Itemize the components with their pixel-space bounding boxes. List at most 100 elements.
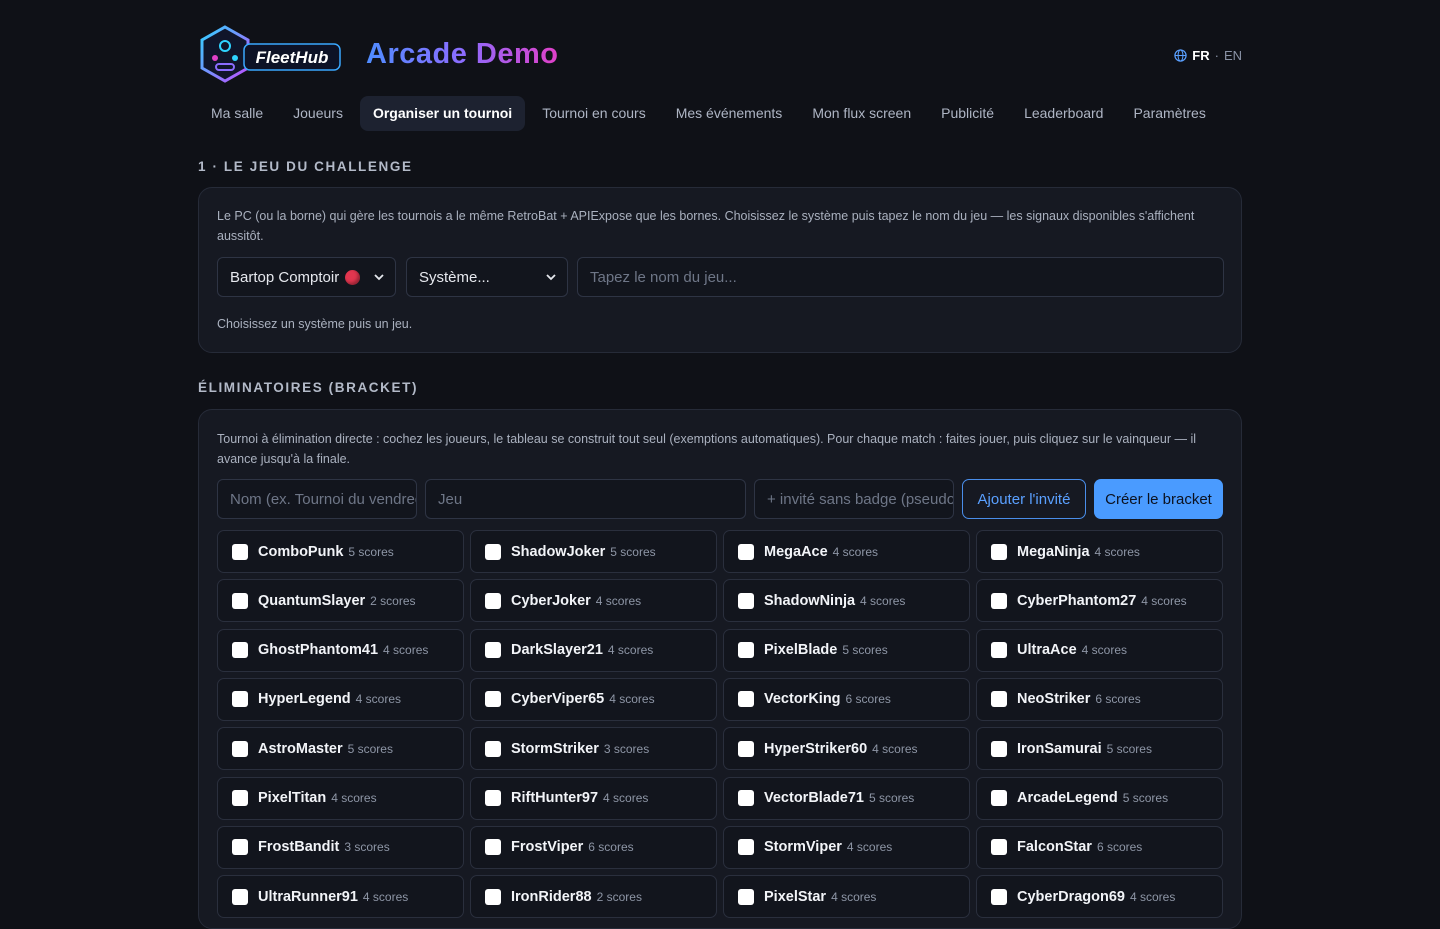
player-checkbox[interactable] [991, 839, 1007, 856]
nav-flux-screen[interactable]: Mon flux screen [799, 96, 924, 131]
system-select[interactable]: Système... [406, 257, 568, 297]
player-score-count: 5 scores [842, 643, 888, 658]
add-guest-button[interactable]: Ajouter l'invité [962, 479, 1086, 519]
player-item[interactable]: FrostBandit 3 scores [217, 825, 464, 869]
player-checkbox[interactable] [232, 592, 248, 609]
player-checkbox[interactable] [991, 691, 1007, 708]
lang-en[interactable]: EN [1224, 48, 1242, 63]
create-bracket-button[interactable]: Créer le bracket [1094, 479, 1223, 519]
player-checkbox[interactable] [485, 592, 501, 609]
player-item[interactable]: AstroMaster 5 scores [217, 727, 464, 771]
player-item[interactable]: HyperStriker60 4 scores [723, 727, 970, 771]
language-switcher[interactable]: FR · EN [1174, 48, 1242, 63]
player-checkbox[interactable] [232, 888, 248, 905]
player-item[interactable]: NeoStriker 6 scores [976, 677, 1223, 721]
player-item[interactable]: DarkSlayer21 4 scores [470, 628, 717, 672]
player-item[interactable]: RiftHunter97 4 scores [470, 776, 717, 820]
player-checkbox[interactable] [485, 888, 501, 905]
player-name: RiftHunter97 [511, 790, 599, 806]
nav-ma-salle[interactable]: Ma salle [198, 96, 276, 131]
player-score-count: 6 scores [845, 692, 891, 707]
player-item[interactable]: ShadowJoker 5 scores [470, 530, 717, 573]
player-score-count: 4 scores [609, 692, 655, 707]
player-item[interactable]: PixelBlade 5 scores [723, 628, 970, 672]
player-checkbox[interactable] [991, 740, 1007, 757]
guest-input[interactable]: + invité sans badge (pseudo) [754, 479, 954, 519]
player-checkbox[interactable] [485, 642, 501, 659]
player-score-count: 2 scores [370, 593, 416, 608]
player-checkbox[interactable] [738, 839, 754, 856]
player-score-count: 4 scores [607, 643, 654, 658]
nav-tournoi-en-cours[interactable]: Tournoi en cours [529, 96, 659, 131]
player-item[interactable]: HyperLegend 4 scores [217, 677, 464, 721]
player-item[interactable]: UltraAce 4 scores [976, 628, 1223, 672]
player-item[interactable]: ComboPunk 5 scores [217, 530, 464, 573]
fleethub-logo[interactable]: FleetHub [198, 24, 342, 86]
player-checkbox[interactable] [738, 740, 754, 757]
player-item[interactable]: CyberViper65 4 scores [470, 677, 717, 721]
player-checkbox[interactable] [738, 888, 754, 905]
player-checkbox[interactable] [991, 543, 1007, 560]
player-item[interactable]: StormStriker 3 scores [470, 727, 717, 771]
player-item[interactable]: CyberJoker 4 scores [470, 579, 717, 623]
player-score-count: 4 scores [1081, 643, 1127, 658]
player-score-count: 4 scores [1141, 593, 1187, 608]
nav-leaderboard[interactable]: Leaderboard [1011, 96, 1116, 131]
main-nav: Ma salle Joueurs Organiser un tournoi To… [198, 96, 1219, 131]
player-score-count: 6 scores [588, 840, 634, 855]
player-checkbox[interactable] [738, 790, 754, 806]
player-item[interactable]: PixelTitan 4 scores [217, 776, 464, 820]
player-checkbox[interactable] [738, 642, 754, 659]
player-checkbox[interactable] [485, 543, 501, 560]
player-name: HyperStriker60 [764, 740, 868, 757]
player-item[interactable]: MegaNinja 4 scores [976, 530, 1223, 573]
tournament-name-input[interactable]: Nom (ex. Tournoi du vendredi) [217, 479, 417, 519]
player-item[interactable]: GhostPhantom41 4 scores [217, 628, 464, 672]
player-checkbox[interactable] [232, 839, 248, 856]
player-item[interactable]: VectorBlade71 5 scores [723, 776, 970, 820]
player-checkbox[interactable] [232, 642, 248, 659]
player-item[interactable]: UltraRunner91 4 scores [217, 875, 464, 919]
nav-organiser-tournoi[interactable]: Organiser un tournoi [359, 96, 526, 131]
game-search-input[interactable]: Tapez le nom du jeu... [577, 257, 1224, 297]
player-checkbox[interactable] [485, 790, 501, 806]
player-item[interactable]: FalconStar 6 scores [976, 825, 1223, 869]
player-checkbox[interactable] [991, 592, 1007, 609]
player-checkbox[interactable] [485, 740, 501, 757]
player-checkbox[interactable] [991, 790, 1007, 806]
player-item[interactable]: CyberDragon69 4 scores [976, 875, 1223, 919]
player-item[interactable]: ShadowNinja 4 scores [723, 579, 970, 623]
player-checkbox[interactable] [232, 740, 248, 757]
player-item[interactable]: PixelStar 4 scores [723, 875, 970, 919]
player-item[interactable]: QuantumSlayer 2 scores [217, 579, 464, 623]
player-checkbox[interactable] [738, 691, 754, 708]
nav-joueurs[interactable]: Joueurs [280, 96, 356, 131]
player-checkbox[interactable] [232, 691, 248, 708]
player-item[interactable]: IronSamurai 5 scores [976, 727, 1223, 771]
player-checkbox[interactable] [738, 592, 754, 609]
player-checkbox[interactable] [232, 790, 248, 806]
lang-fr[interactable]: FR [1192, 48, 1209, 63]
nav-parametres[interactable]: Paramètres [1120, 96, 1218, 131]
nav-publicite[interactable]: Publicité [928, 96, 1007, 131]
tournament-game-input[interactable]: Jeu [425, 479, 746, 519]
player-name: FrostBandit [258, 839, 340, 856]
logo-text: FleetHub [256, 48, 329, 67]
machine-select[interactable]: Bartop Comptoir [217, 257, 396, 297]
player-name: CyberViper65 [511, 691, 605, 708]
player-checkbox[interactable] [991, 888, 1007, 905]
player-item[interactable]: MegaAce 4 scores [723, 530, 970, 573]
player-item[interactable]: FrostViper 6 scores [470, 825, 717, 869]
player-name: UltraRunner91 [258, 888, 358, 905]
player-item[interactable]: VectorKing 6 scores [723, 677, 970, 721]
player-checkbox[interactable] [738, 543, 754, 560]
player-item[interactable]: CyberPhantom27 4 scores [976, 579, 1223, 623]
player-checkbox[interactable] [232, 543, 248, 560]
player-item[interactable]: ArcadeLegend 5 scores [976, 776, 1223, 820]
player-checkbox[interactable] [485, 839, 501, 856]
player-checkbox[interactable] [991, 642, 1007, 659]
player-item[interactable]: StormViper 4 scores [723, 825, 970, 869]
nav-mes-evenements[interactable]: Mes événements [663, 96, 796, 131]
player-checkbox[interactable] [485, 691, 501, 708]
player-item[interactable]: IronRider88 2 scores [470, 875, 717, 919]
